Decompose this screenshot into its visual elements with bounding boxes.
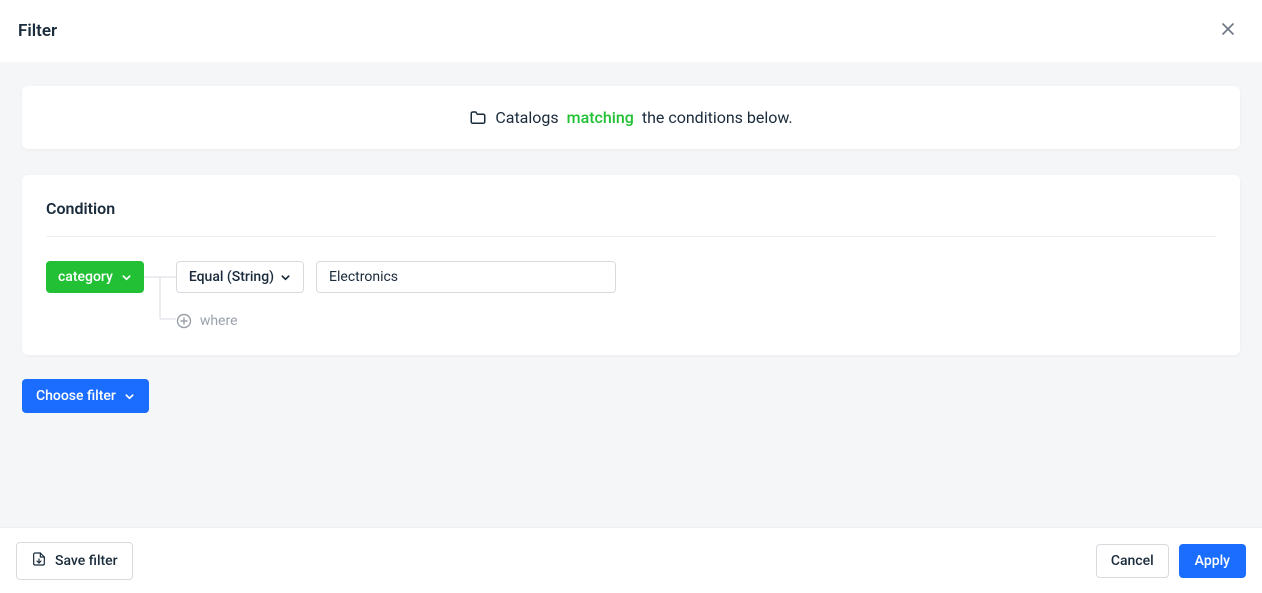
choose-filter-button[interactable]: Choose filter [22, 379, 149, 413]
condition-inputs: Equal (String) [176, 261, 616, 329]
value-input[interactable] [316, 261, 616, 293]
inputs-row: Equal (String) [176, 261, 616, 293]
dialog-body: Catalogs matching the conditions below. … [0, 62, 1262, 527]
save-filter-icon [31, 551, 47, 571]
cancel-button[interactable]: Cancel [1096, 544, 1169, 578]
footer-left: Save filter [16, 542, 133, 580]
condition-row: category Equal (String) [46, 261, 1216, 331]
condition-card: Condition category [22, 175, 1240, 355]
summary-match-word: matching [567, 108, 634, 127]
save-filter-label: Save filter [55, 553, 118, 569]
footer-right: Cancel Apply [1096, 544, 1246, 578]
dialog-title: Filter [18, 21, 57, 41]
folder-icon [469, 109, 487, 127]
add-where-label: where [200, 313, 238, 329]
apply-button[interactable]: Apply [1179, 544, 1246, 578]
save-filter-button[interactable]: Save filter [16, 542, 133, 580]
condition-title: Condition [46, 199, 1216, 237]
summary-prefix: Catalogs [495, 108, 558, 127]
close-icon [1220, 21, 1236, 41]
apply-label: Apply [1195, 553, 1230, 569]
summary-suffix: the conditions below. [642, 108, 793, 127]
add-where-button[interactable]: where [176, 313, 616, 329]
cancel-label: Cancel [1111, 553, 1154, 569]
close-button[interactable] [1212, 15, 1244, 47]
chevron-down-icon [280, 272, 291, 283]
tree-connector [144, 261, 176, 331]
operator-select[interactable]: Equal (String) [176, 261, 304, 293]
chevron-down-icon [121, 272, 132, 283]
chevron-down-icon [124, 391, 135, 402]
operator-select-label: Equal (String) [189, 269, 274, 285]
dialog-footer: Save filter Cancel Apply [0, 527, 1262, 593]
plus-circle-icon [176, 313, 192, 329]
choose-filter-label: Choose filter [36, 388, 116, 404]
field-select-label: category [58, 269, 113, 285]
field-select[interactable]: category [46, 261, 144, 293]
summary-card: Catalogs matching the conditions below. [22, 86, 1240, 149]
dialog-header: Filter [0, 0, 1262, 62]
